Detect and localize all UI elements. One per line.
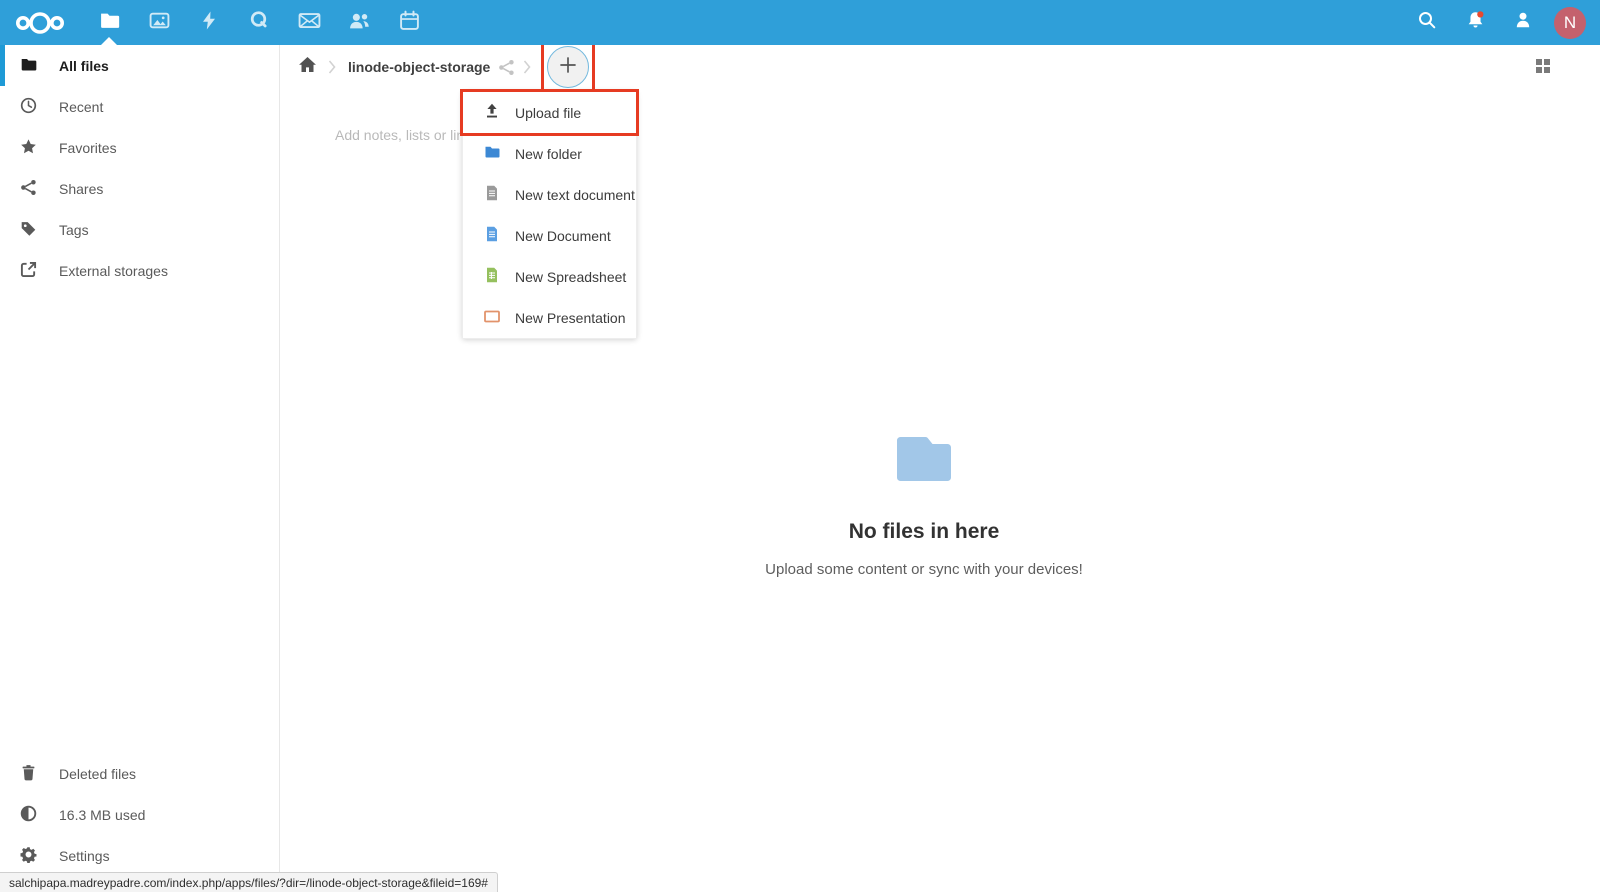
document-icon [484,226,500,245]
gear-icon [20,846,37,866]
app-contacts[interactable] [334,0,384,45]
bell-icon [1465,10,1486,36]
grid-icon [1535,58,1551,79]
star-icon [20,138,37,158]
new-file-menu: Upload file New folder New text document… [462,91,637,339]
nextcloud-logo[interactable] [14,10,66,36]
menu-item-label: New folder [515,146,582,162]
activity-icon [200,10,218,36]
plus-icon [559,56,577,79]
external-link-icon [20,261,37,281]
search-button[interactable] [1410,0,1444,45]
talk-icon [249,10,269,35]
sidebar-item-favorites[interactable]: Favorites [0,127,279,168]
tag-icon [20,220,37,240]
sidebar-item-recent[interactable]: Recent [0,86,279,127]
menu-item-new-folder[interactable]: New folder [463,133,636,174]
text-document-icon [484,185,500,204]
sidebar-item-label: Recent [59,99,103,115]
sidebar-item-external-storages[interactable]: External storages [0,250,279,291]
sidebar-item-label: All files [59,58,109,74]
home-icon [299,57,316,77]
app-calendar[interactable] [384,0,434,45]
breadcrumb-share-button[interactable] [498,59,515,76]
sidebar-item-label: External storages [59,263,168,279]
clock-icon [20,97,37,117]
quota-pie-icon [20,805,37,825]
app-talk[interactable] [234,0,284,45]
new-folder-icon [484,144,500,163]
big-folder-icon [897,437,951,486]
sidebar-item-deleted-files[interactable]: Deleted files [0,753,279,794]
folder-icon [20,56,37,76]
grid-view-toggle[interactable] [1530,55,1556,81]
app-mail[interactable] [284,0,334,45]
chevron-right-icon [523,60,531,74]
app-files[interactable] [84,0,134,45]
sidebar-item-label: Shares [59,181,103,197]
menu-item-new-spreadsheet[interactable]: New Spreadsheet [463,256,636,297]
menu-item-upload-file[interactable]: Upload file [463,92,636,133]
menu-item-new-document[interactable]: New Document [463,215,636,256]
new-file-button[interactable] [547,46,589,88]
breadcrumb-folder-name[interactable]: linode-object-storage [348,59,490,75]
breadcrumb: linode-object-storage [281,45,1600,89]
calendar-icon [399,10,420,36]
contacts-icon [348,11,371,35]
menu-item-new-presentation[interactable]: New Presentation [463,297,636,338]
avatar-initial: N [1564,13,1576,33]
top-header-bar: N [0,0,1600,45]
sidebar-item-shares[interactable]: Shares [0,168,279,209]
upload-icon [484,103,500,122]
sidebar-item-all-files[interactable]: All files [0,45,279,86]
menu-item-label: New Document [515,228,611,244]
breadcrumb-home[interactable] [293,53,322,81]
menu-item-new-text-document[interactable]: New text document [463,174,636,215]
sidebar-item-settings[interactable]: Settings [0,835,279,876]
app-activity[interactable] [184,0,234,45]
trash-icon [20,764,37,784]
notifications-button[interactable] [1458,0,1492,45]
empty-folder-state: No files in here Upload some content or … [674,437,1174,578]
spreadsheet-icon [484,267,500,286]
presentation-icon [484,310,500,326]
photos-icon [149,10,170,36]
menu-item-label: New text document [515,187,635,203]
statusbar-url: salchipapa.madreypadre.com/index.php/app… [9,876,488,890]
contacts-menu-button[interactable] [1506,0,1540,45]
link-preview-statusbar: salchipapa.madreypadre.com/index.php/app… [0,872,498,892]
person-icon [1513,10,1533,35]
search-icon [1417,10,1437,35]
menu-item-label: New Spreadsheet [515,269,626,285]
user-avatar[interactable]: N [1554,7,1586,39]
mail-icon [298,11,321,35]
sidebar-item-label: Favorites [59,140,117,156]
sidebar-item-label: Tags [59,222,89,238]
menu-item-label: Upload file [515,105,581,121]
empty-state-subtitle: Upload some content or sync with your de… [674,561,1174,578]
sidebar-item-quota[interactable]: 16.3 MB used [0,794,279,835]
files-sidebar: All files Recent Favorites Shares Tags E… [0,45,280,892]
files-icon [99,10,120,36]
sidebar-item-label: 16.3 MB used [59,807,145,823]
menu-item-label: New Presentation [515,310,626,326]
sidebar-item-label: Deleted files [59,766,136,782]
share-icon [20,179,37,199]
notes-placeholder[interactable]: Add notes, lists or lin [335,127,464,143]
annotation-box-add-button [541,40,595,94]
empty-state-title: No files in here [674,520,1174,544]
sidebar-item-label: Settings [59,848,110,864]
sidebar-item-tags[interactable]: Tags [0,209,279,250]
sidebar-footer: Deleted files 16.3 MB used Settings [0,753,279,876]
app-photos[interactable] [134,0,184,45]
chevron-right-icon [328,60,336,74]
